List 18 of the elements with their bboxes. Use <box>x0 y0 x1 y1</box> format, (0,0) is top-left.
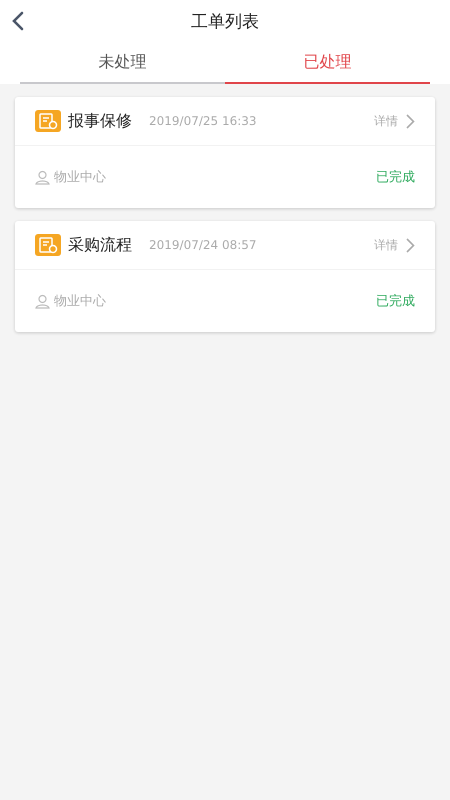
order-status: 已完成 <box>376 169 415 186</box>
document-icon <box>35 110 61 132</box>
person-icon <box>35 294 50 308</box>
order-time: 2019/07/24 08:57 <box>149 238 258 252</box>
order-title: 采购流程 <box>68 234 132 256</box>
order-status: 已完成 <box>376 293 415 310</box>
assignee: 物业中心 <box>54 169 106 186</box>
tab[interactable]: 已处理 <box>225 42 430 84</box>
order-title: 报事保修 <box>68 110 132 132</box>
person-icon <box>35 170 50 184</box>
document-icon <box>35 234 61 256</box>
tab[interactable]: 未处理 <box>20 42 225 84</box>
assignee: 物业中心 <box>54 293 106 310</box>
back-icon[interactable] <box>11 10 25 32</box>
detail-link[interactable]: 详情 <box>374 236 415 254</box>
order-time: 2019/07/25 16:33 <box>149 114 258 128</box>
page-title: 工单列表 <box>191 10 259 32</box>
detail-link[interactable]: 详情 <box>374 112 415 130</box>
